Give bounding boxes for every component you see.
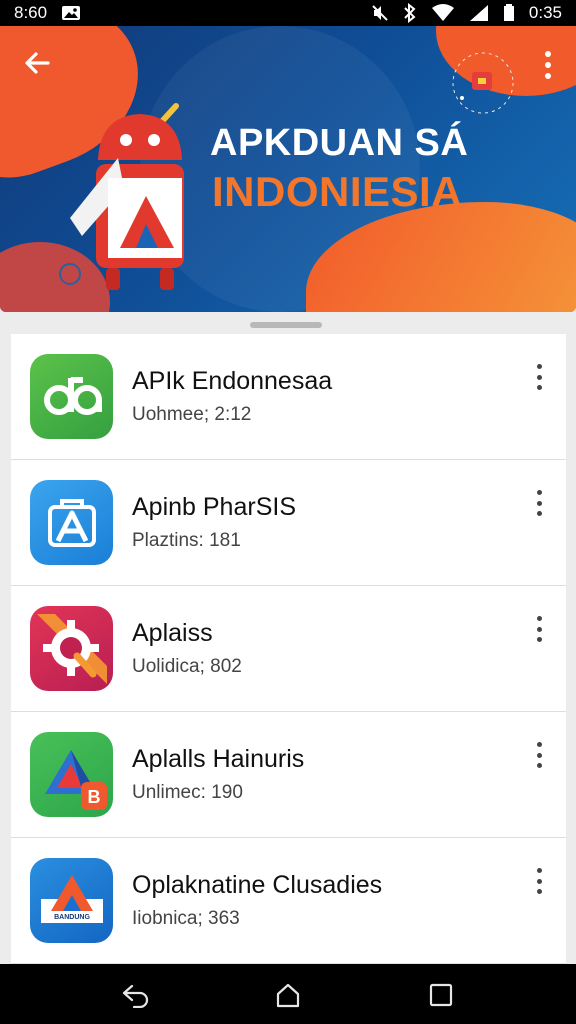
app-meta: Iiobnica; 363 (132, 908, 240, 929)
app-meta: Uohmee; 2:12 (132, 404, 252, 425)
drag-handle[interactable] (250, 322, 322, 328)
nav-back-icon[interactable] (120, 982, 150, 1008)
list-item[interactable]: B Aplalls Hainuris Unlimec: 190 (11, 712, 566, 838)
android-robot-illustration (59, 103, 184, 290)
blue-a-bag-icon (30, 480, 113, 565)
item-menu-icon[interactable] (528, 614, 550, 644)
item-menu-icon[interactable] (528, 740, 550, 770)
image-notification-icon (62, 6, 81, 20)
navigation-bar (0, 964, 576, 1024)
banner-title: APKDUAN SÁ (210, 122, 469, 164)
app-meta: Uolidica; 802 (132, 656, 242, 677)
wifi-icon (431, 4, 454, 21)
banner-subtitle: INDONIESIA (212, 168, 463, 215)
list-item[interactable]: Aplaiss Uolidica; 802 (11, 586, 566, 712)
overflow-menu-icon[interactable] (538, 48, 558, 82)
app-name: Oplaknatine Clusadies (132, 871, 383, 899)
item-menu-icon[interactable] (528, 866, 550, 896)
item-menu-icon[interactable] (528, 362, 550, 392)
svg-text:B: B (87, 787, 100, 807)
list-item[interactable]: Apinb PharSIS Plaztins: 181 (11, 460, 566, 586)
battery-icon (503, 4, 514, 21)
app-name: Aplaiss (132, 619, 213, 647)
app-meta: Unlimec: 190 (132, 782, 243, 803)
item-menu-icon[interactable] (528, 488, 550, 518)
signal-icon (469, 5, 488, 21)
list-item[interactable]: BANDUNG Oplaknatine Clusadies Iiobnica; … (11, 838, 566, 964)
app-name: APIk Endonnesaa (132, 367, 333, 395)
nav-recents-icon[interactable] (426, 982, 456, 1008)
app-name: Aplalls Hainuris (132, 745, 305, 773)
bluetooth-icon (404, 3, 416, 23)
app-list: APIk Endonnesaa Uohmee; 2:12 Apinb PharS… (11, 334, 566, 964)
triangle-shop-icon: B (30, 732, 113, 817)
status-bar: 8:60 0:35 (0, 0, 576, 26)
status-time-left: 8:60 (14, 3, 48, 22)
status-time-right: 0:35 (528, 3, 562, 22)
promo-banner: APKDUAN SÁ INDONIESIA (0, 26, 576, 312)
list-item[interactable]: APIk Endonnesaa Uohmee; 2:12 (11, 334, 566, 460)
green-da-icon (30, 354, 113, 439)
nav-home-icon[interactable] (273, 982, 303, 1008)
back-arrow-icon[interactable] (20, 46, 54, 80)
mute-icon (372, 5, 388, 21)
app-meta: Plaztins: 181 (132, 530, 241, 551)
app-logo-text: BANDUNG (54, 914, 90, 921)
app-name: Apinb PharSIS (132, 493, 296, 521)
rocket-badge-icon (452, 52, 514, 114)
blue-a-logo-icon: BANDUNG (30, 858, 113, 943)
gear-magnifier-icon (30, 606, 113, 691)
